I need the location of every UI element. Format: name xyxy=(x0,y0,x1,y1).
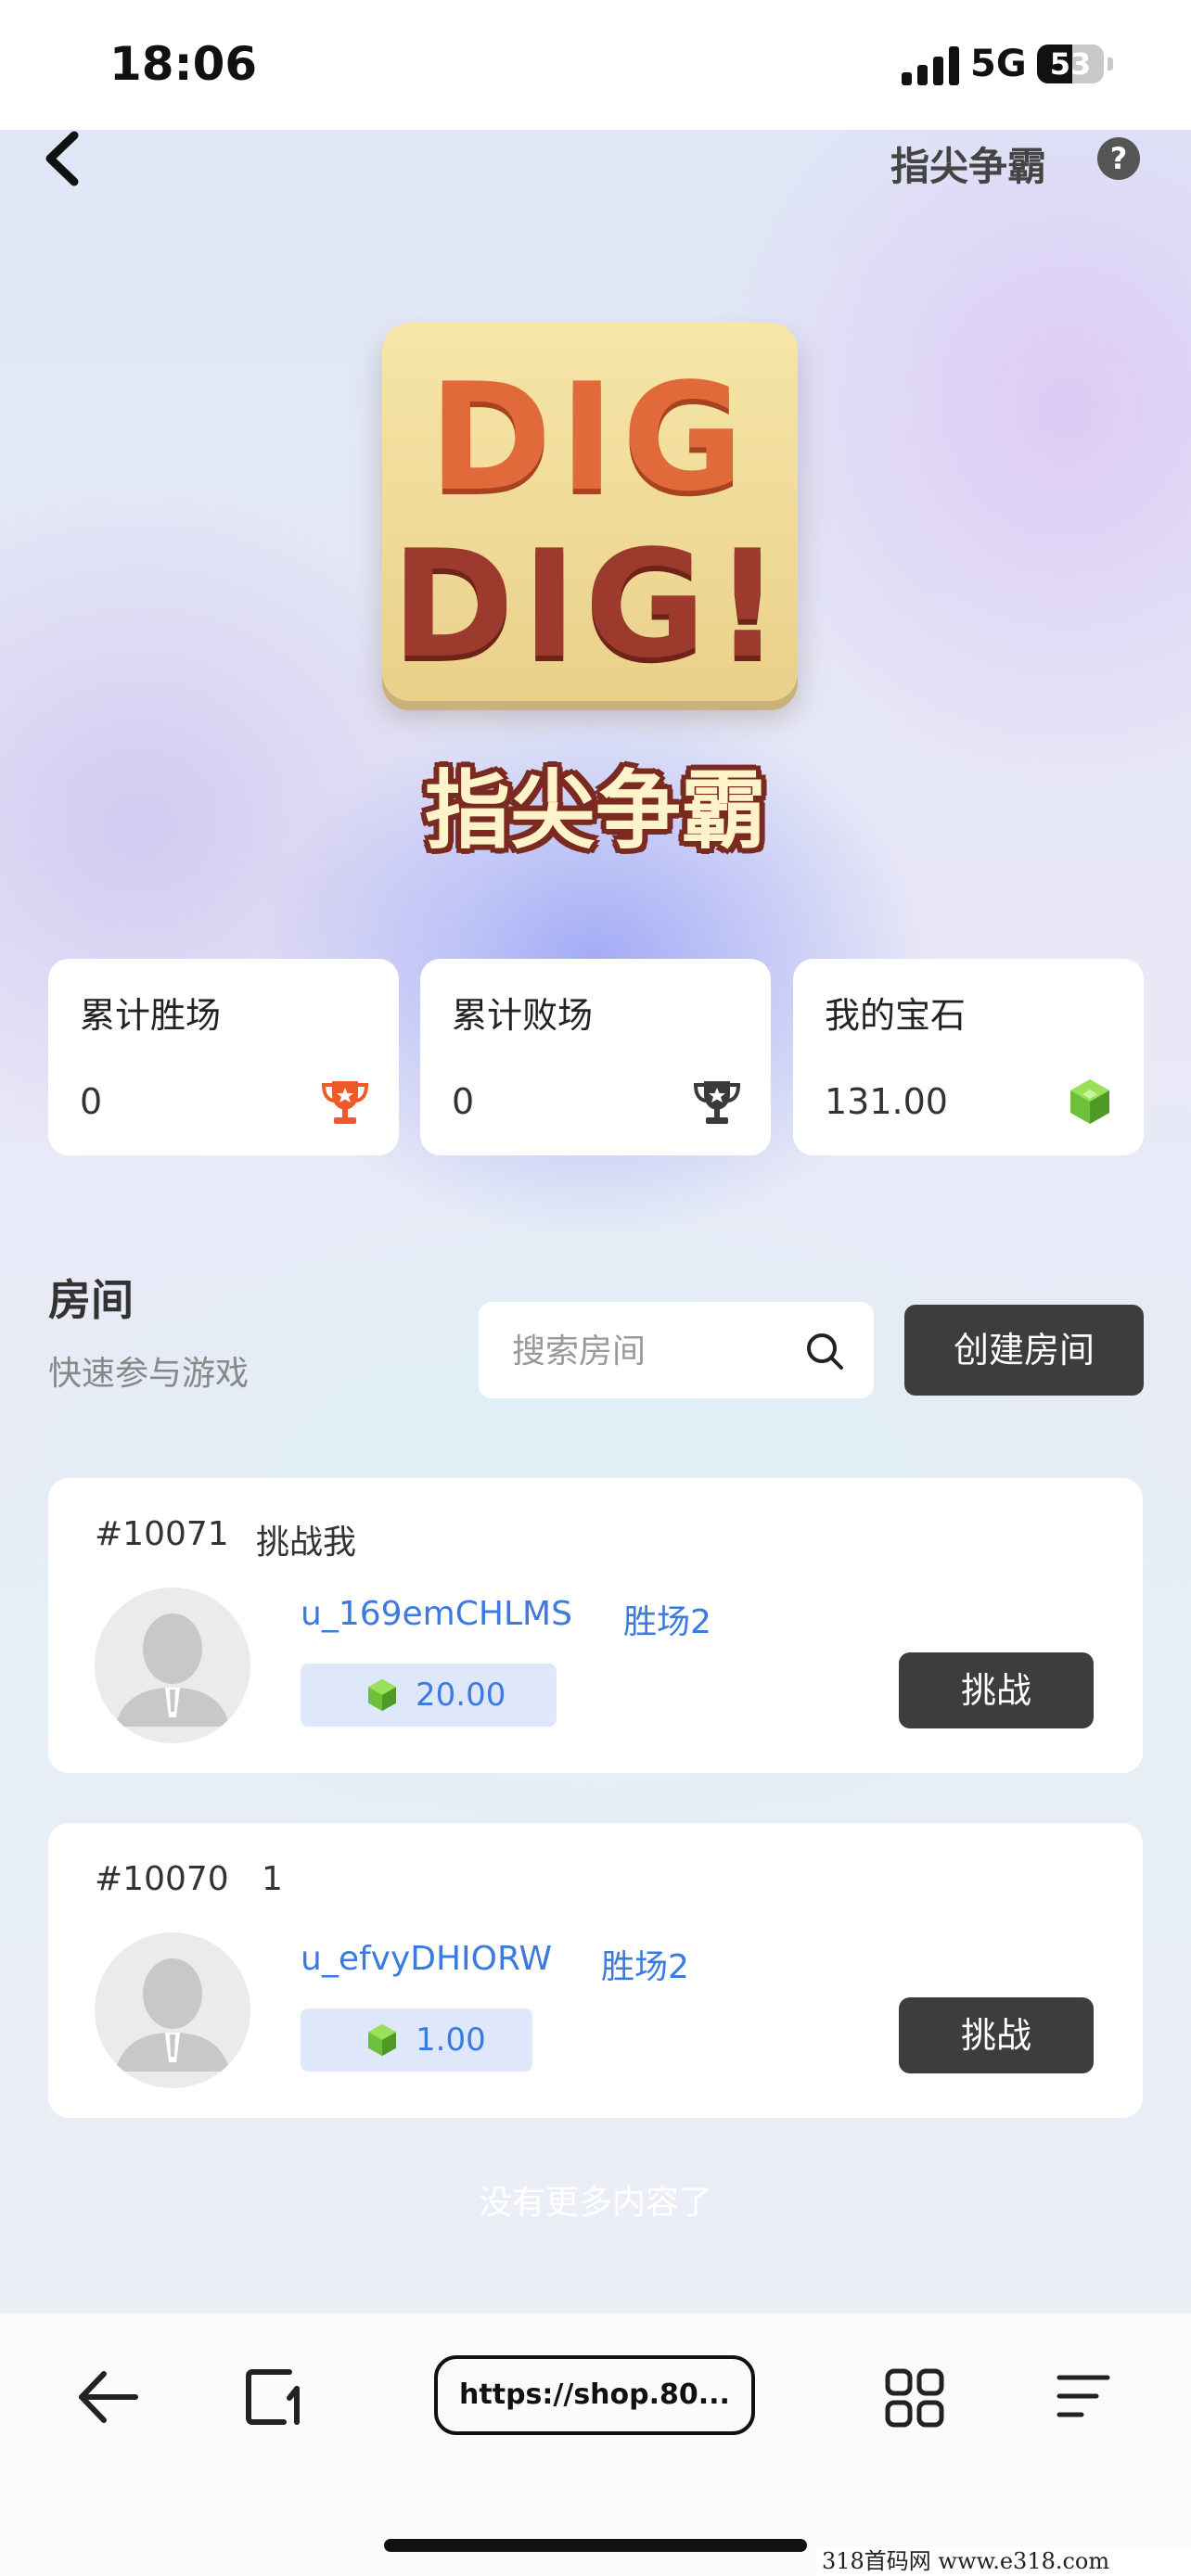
help-icon[interactable]: ? xyxy=(1097,137,1140,180)
room-stake-badge: 20.00 xyxy=(301,1664,557,1727)
header-title: 指尖争霸 xyxy=(890,144,1047,189)
room-id: #10071 xyxy=(95,1515,229,1553)
no-more-content-text: 没有更多内容了 xyxy=(478,2184,712,2222)
room-card[interactable]: #10070 1 u_efvyDHIORW 胜场2 1.00 挑战 xyxy=(48,1823,1143,2118)
room-id: #10070 xyxy=(95,1860,229,1898)
avatar-icon xyxy=(95,1932,250,2088)
game-title: 指尖争霸 xyxy=(424,761,766,861)
back-chevron-icon[interactable] xyxy=(37,126,93,191)
avatar-icon xyxy=(95,1588,250,1743)
battery-icon: 53 xyxy=(1037,45,1104,83)
browser-apps-icon[interactable] xyxy=(883,2366,946,2429)
battery-level: 53 xyxy=(1049,46,1092,82)
signal-icon xyxy=(902,46,959,85)
room-search-input[interactable] xyxy=(510,1302,792,1400)
room-owner-username[interactable]: u_efvyDHIORW xyxy=(301,1940,552,1978)
room-stake-badge: 1.00 xyxy=(301,2009,532,2072)
logo-line-1: DIG xyxy=(429,351,751,524)
status-time: 18:06 xyxy=(109,37,258,91)
browser-back-icon[interactable] xyxy=(74,2366,141,2428)
stat-value: 131.00 xyxy=(825,1081,948,1122)
stat-label: 累计胜场 xyxy=(80,995,222,1036)
room-card[interactable]: #10071 挑战我 u_169emCHLMS 胜场2 20.00 挑战 xyxy=(48,1478,1143,1773)
room-stake-amount: 20.00 xyxy=(416,1677,506,1714)
game-logo: DIG DIG! xyxy=(382,323,798,701)
stat-value: 0 xyxy=(452,1081,475,1122)
rooms-subtitle: 快速参与游戏 xyxy=(48,1355,250,1393)
stat-card-losses: 累计败场 0 xyxy=(420,959,771,1155)
stat-label: 累计败场 xyxy=(452,995,594,1036)
browser-toolbar xyxy=(0,2314,1191,2576)
status-bar: 18:06 5G 53 xyxy=(0,0,1191,130)
create-room-button[interactable]: 创建房间 xyxy=(904,1305,1144,1396)
room-owner-username[interactable]: u_169emCHLMS xyxy=(301,1595,572,1633)
gem-icon xyxy=(368,2023,396,2057)
stat-label: 我的宝石 xyxy=(825,995,967,1036)
browser-tabs-icon[interactable] xyxy=(243,2366,306,2428)
challenge-button[interactable]: 挑战 xyxy=(899,1652,1094,1728)
browser-url-bar[interactable]: https://shop.80... xyxy=(434,2355,755,2435)
battery-cap xyxy=(1108,57,1113,70)
rooms-title: 房间 xyxy=(48,1275,134,1325)
gem-icon xyxy=(1070,1079,1109,1124)
challenge-button[interactable]: 挑战 xyxy=(899,1997,1094,2073)
watermark: 318首码网 www.e318.com xyxy=(816,2546,1191,2576)
network-type: 5G xyxy=(970,43,1027,85)
room-search-box[interactable] xyxy=(479,1302,874,1400)
trophy-icon xyxy=(693,1081,741,1124)
room-owner-wins: 胜场2 xyxy=(623,1603,711,1641)
home-indicator[interactable] xyxy=(384,2539,807,2552)
logo-line-2: DIG! xyxy=(391,517,789,691)
room-name: 挑战我 xyxy=(256,1524,357,1562)
room-name: 1 xyxy=(262,1860,283,1898)
room-stake-amount: 1.00 xyxy=(416,2021,486,2059)
room-owner-wins: 胜场2 xyxy=(601,1948,689,1986)
stat-value: 0 xyxy=(80,1081,103,1122)
trophy-icon xyxy=(321,1081,369,1124)
stat-card-wins: 累计胜场 0 xyxy=(48,959,399,1155)
search-icon[interactable] xyxy=(803,1330,846,1372)
stat-card-gems: 我的宝石 131.00 xyxy=(793,959,1144,1155)
browser-menu-icon[interactable] xyxy=(1054,2370,1113,2422)
gem-icon xyxy=(368,1678,396,1712)
